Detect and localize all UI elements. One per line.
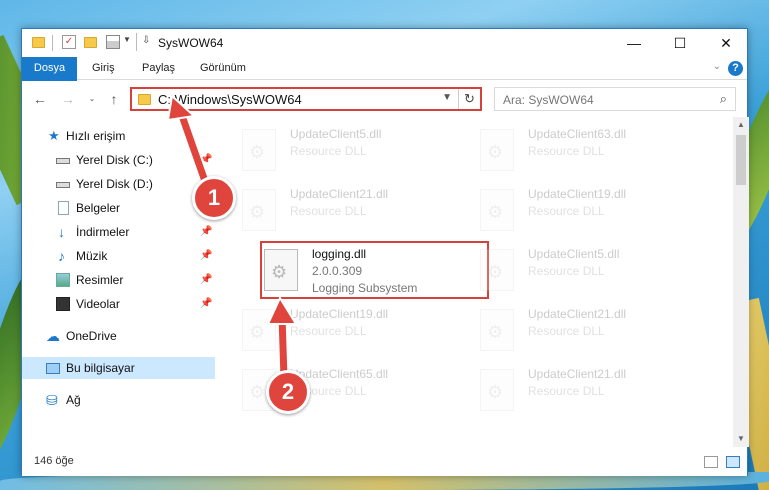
step-badge-2: 2: [266, 370, 310, 414]
arrowhead-2: [266, 295, 298, 325]
arrow-1: [176, 106, 210, 188]
arrow-2: [278, 312, 288, 382]
annotation-arrows: [166, 94, 298, 384]
arrowhead-1: [166, 94, 197, 122]
step-badge-1: 1: [192, 176, 236, 220]
